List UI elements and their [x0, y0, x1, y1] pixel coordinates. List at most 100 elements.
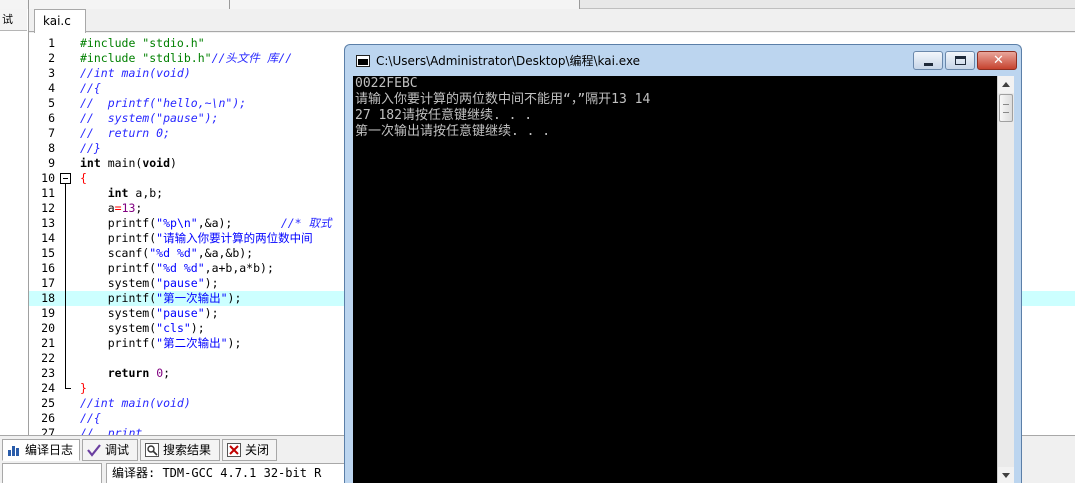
line-number: 22 — [41, 351, 55, 365]
line-number: 21 — [41, 336, 55, 350]
code-text: scanf("%d %d",&a,&b); — [80, 246, 253, 261]
code-text: int main(void) — [80, 156, 177, 171]
maximize-button[interactable] — [945, 51, 975, 70]
scroll-down-arrow-icon[interactable] — [998, 467, 1014, 483]
code-text: system("pause"); — [80, 276, 219, 291]
code-token: main( — [100, 156, 143, 170]
line-number: 6 — [48, 111, 55, 125]
tab-label: 关闭 — [245, 443, 270, 457]
code-token: ,&a,&b); — [197, 246, 254, 260]
code-token: ); — [227, 336, 242, 350]
line-number: 10 — [41, 171, 55, 185]
code-text: // printf("hello,~\n"); — [80, 96, 246, 111]
code-token: "请输入你要计算的两位数中间 — [156, 231, 313, 245]
line-number: 11 — [41, 186, 55, 200]
code-token: "pause" — [156, 276, 205, 290]
close-icon — [227, 443, 241, 457]
code-token: //* 取式 — [280, 216, 332, 230]
code-token: int — [107, 186, 129, 200]
code-text: } — [80, 381, 87, 396]
line-number: 5 — [48, 96, 55, 110]
top-segment — [0, 0, 29, 9]
tab-debug[interactable]: 调试 — [82, 439, 138, 461]
fold-guide-line — [65, 184, 66, 388]
code-token: 13 — [121, 201, 136, 215]
code-text: // return 0; — [80, 126, 170, 141]
code-text: int a,b; — [80, 186, 163, 201]
scroll-thumb[interactable] — [999, 94, 1013, 122]
code-token: //{ — [80, 411, 101, 425]
code-token: "%p\n" — [156, 216, 198, 230]
code-text: printf("%p\n",&a); //* 取式 — [80, 216, 332, 231]
code-token: ); — [190, 321, 205, 335]
minimize-icon — [924, 63, 933, 66]
code-token: int — [80, 156, 101, 170]
line-number: 12 — [41, 201, 55, 215]
line-number: 7 — [48, 126, 55, 140]
fold-end-marker — [65, 388, 71, 389]
checkmark-icon — [87, 444, 101, 457]
code-token: ); — [204, 306, 219, 320]
code-token: // system("pause"); — [80, 111, 219, 125]
code-token: printf( — [80, 216, 157, 230]
code-token: printf( — [80, 336, 157, 350]
code-text: { — [80, 171, 87, 186]
code-token: system( — [80, 306, 157, 320]
tab-close[interactable]: 关闭 — [222, 439, 277, 461]
code-token: // printf("hello,~\n"); — [80, 96, 247, 110]
code-text: #include "stdlib.h"//头文件 库// — [80, 51, 292, 66]
close-x-icon: ✕ — [993, 53, 1004, 68]
line-number: 16 — [41, 261, 55, 275]
code-text: printf("第一次输出"); — [80, 291, 242, 306]
line-number: 15 — [41, 246, 55, 260]
editor-tab-bar: kai.c — [29, 9, 1075, 33]
code-text: system("cls"); — [80, 321, 205, 336]
code-token: #include "stdlib.h" — [80, 51, 212, 65]
line-number: 18 — [41, 291, 55, 305]
maximize-icon — [955, 56, 966, 65]
code-token: scanf( — [80, 246, 150, 260]
code-token: return — [107, 366, 150, 380]
console-output-line: 第一次输出请按任意键继续. . . — [355, 124, 551, 139]
minimize-button[interactable] — [913, 51, 943, 70]
code-text: //} — [80, 141, 101, 156]
left-panel-tab[interactable]: 试 — [0, 9, 27, 31]
line-number: 3 — [48, 66, 55, 80]
console-window[interactable]: C:\Users\Administrator\Desktop\编程\kai.ex… — [344, 44, 1022, 483]
line-number: 25 — [41, 396, 55, 410]
line-number: 23 — [41, 366, 55, 380]
tab-label: 编译日志 — [25, 443, 74, 457]
code-text: //{ — [80, 81, 101, 96]
scroll-up-arrow-icon[interactable] — [998, 76, 1014, 93]
code-token: a,b; — [128, 186, 164, 200]
code-token: { — [80, 171, 87, 185]
code-token: // return 0; — [80, 126, 171, 140]
line-number: 19 — [41, 306, 55, 320]
tab-compile-log[interactable]: 编译日志 — [2, 439, 80, 461]
close-button[interactable]: ✕ — [977, 51, 1017, 70]
code-token: ); — [204, 276, 219, 290]
code-text: system("pause"); — [80, 306, 219, 321]
line-number: 20 — [41, 321, 55, 335]
line-number: 2 — [48, 51, 55, 65]
fold-toggle-icon[interactable] — [60, 173, 71, 184]
code-token: //头文件 库// — [211, 51, 293, 65]
line-number: 14 — [41, 231, 55, 245]
code-token: printf( — [80, 231, 157, 245]
code-text: printf("%d %d",a+b,a*b); — [80, 261, 274, 276]
code-token: //int main(void) — [80, 66, 191, 80]
console-title-bar[interactable]: C:\Users\Administrator\Desktop\编程\kai.ex… — [345, 45, 1021, 76]
console-output[interactable]: 0022FEBC 请输入你要计算的两位数中间不能用“，”隔开13 14 27 182… — [353, 76, 997, 483]
line-number: 1 — [48, 36, 55, 50]
code-token: printf( — [80, 261, 157, 275]
code-token: //{ — [80, 81, 101, 95]
console-scrollbar[interactable] — [997, 76, 1014, 483]
code-token: "%d %d" — [156, 261, 205, 275]
code-text: a=13; — [80, 201, 143, 216]
console-output-line: 0022FEBC — [355, 76, 418, 91]
tab-search-results[interactable]: 搜索结果 — [140, 439, 220, 461]
file-tab-kai-c[interactable]: kai.c — [34, 9, 86, 33]
code-text: printf("第二次输出"); — [80, 336, 242, 351]
code-token: printf( — [80, 291, 157, 305]
